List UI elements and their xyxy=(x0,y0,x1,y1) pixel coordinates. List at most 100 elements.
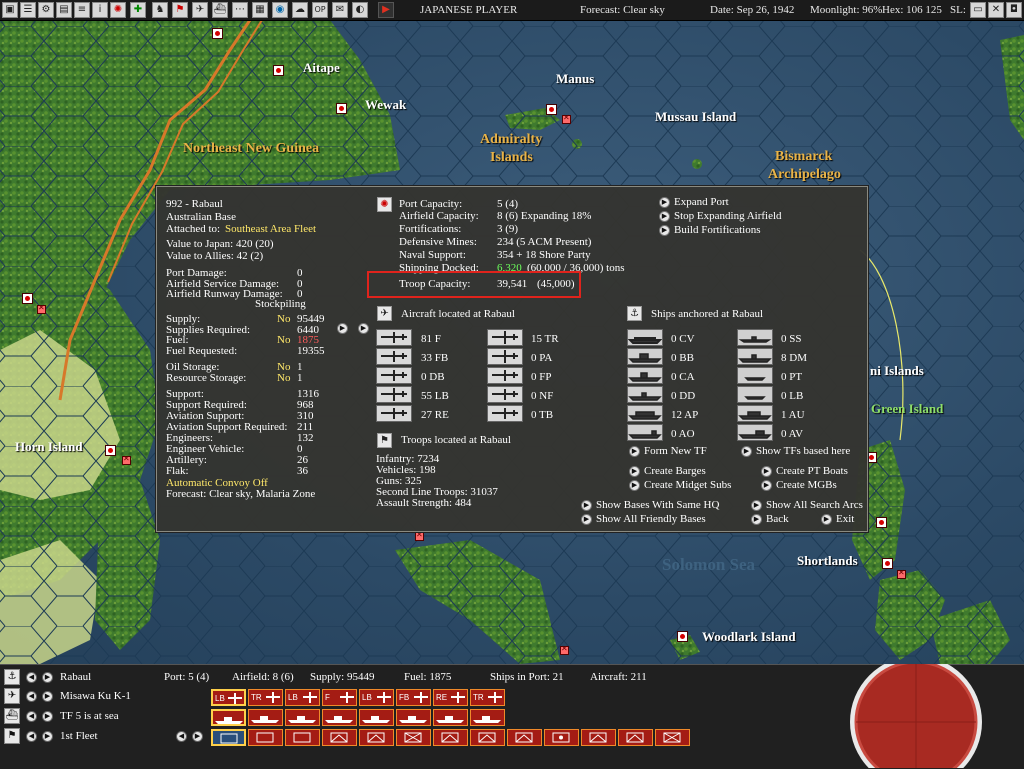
resource-stockpile-toggle[interactable]: No xyxy=(277,372,290,384)
next-air-unit-button[interactable]: ▶ xyxy=(42,691,53,702)
ship-icon[interactable]: ⛴ xyxy=(212,2,228,18)
allied-unit-marker[interactable] xyxy=(122,454,131,465)
window-icon[interactable]: ▭ xyxy=(970,2,986,18)
selected-ground-unit-name[interactable]: 1st Fleet xyxy=(60,730,98,742)
carrier-ship-icon[interactable] xyxy=(627,329,663,346)
close-icon[interactable]: ✕ xyxy=(988,2,1004,18)
barge-icon[interactable] xyxy=(737,386,773,403)
ground-unit-tile[interactable] xyxy=(544,729,579,746)
prev-tf-button[interactable]: ◀ xyxy=(26,711,37,722)
prev-ground-unit-button[interactable]: ◀ xyxy=(26,731,37,742)
stack-icon[interactable]: ☰ xyxy=(20,2,36,18)
create-pt-boats-button[interactable]: ▶ Create PT Boats xyxy=(761,465,848,477)
fullscreen-icon[interactable]: ◘ xyxy=(1006,2,1022,18)
base-marker-aitape[interactable] xyxy=(273,65,284,76)
fighter-bomber-plane-icon[interactable] xyxy=(376,348,412,365)
float-plane-icon[interactable] xyxy=(487,367,523,384)
fighter-plane-icon[interactable] xyxy=(376,329,412,346)
play-icon[interactable]: ▶ xyxy=(378,2,394,18)
next-tf-button[interactable]: ▶ xyxy=(42,711,53,722)
expand-port-button[interactable]: ▶ Expand Port xyxy=(659,196,729,208)
list-icon[interactable]: ≡ xyxy=(74,2,90,18)
level-bomber-plane-icon[interactable] xyxy=(376,386,412,403)
selected-tf-name[interactable]: TF 5 is at sea xyxy=(60,710,119,722)
ground-unit-tile[interactable] xyxy=(359,729,394,746)
base-marker-shortlands[interactable] xyxy=(882,558,893,569)
create-barges-button[interactable]: ▶ Create Barges xyxy=(629,465,706,477)
anchor-icon[interactable]: ⚓ xyxy=(4,669,20,685)
ground-unit-tile[interactable] xyxy=(507,729,542,746)
ground-unit-tile[interactable] xyxy=(396,729,431,746)
ground-unit-tile[interactable] xyxy=(433,729,468,746)
air-unit-tile[interactable]: LB xyxy=(285,689,320,706)
plane-icon[interactable]: ✈ xyxy=(192,2,208,18)
form-new-tf-button[interactable]: ▶ Form New TF xyxy=(629,445,707,457)
ground-unit-tile[interactable] xyxy=(322,729,357,746)
auxiliary-ship-icon[interactable] xyxy=(737,405,773,422)
info-icon[interactable]: i xyxy=(92,2,108,18)
patrol-plane-icon[interactable] xyxy=(487,348,523,365)
night-fighter-plane-icon[interactable] xyxy=(487,386,523,403)
selected-base-name[interactable]: Rabaul xyxy=(60,671,91,683)
ground-unit-tile[interactable] xyxy=(248,729,283,746)
base-marker[interactable] xyxy=(876,517,887,528)
transport-plane-icon[interactable] xyxy=(487,329,523,346)
base-marker-wewak[interactable] xyxy=(336,103,347,114)
create-midget-subs-button[interactable]: ▶ Create Midget Subs xyxy=(629,479,731,491)
selected-air-unit-name[interactable]: Misawa Ku K-1 xyxy=(60,690,131,702)
dive-bomber-plane-icon[interactable] xyxy=(376,367,412,384)
grid-icon[interactable]: ▦ xyxy=(252,2,268,18)
next-ground-unit-button[interactable]: ▶ xyxy=(42,731,53,742)
tracks-icon[interactable]: ⋯ xyxy=(232,2,248,18)
next-base-button[interactable]: ▶ xyxy=(42,672,53,683)
air-unit-tile[interactable]: F xyxy=(322,689,357,706)
submarine-icon[interactable] xyxy=(737,329,773,346)
torpedo-bomber-plane-icon[interactable] xyxy=(487,405,523,422)
base-marker-horn-island[interactable] xyxy=(105,445,116,456)
transfer-arrow-button[interactable]: ▶ xyxy=(337,323,348,334)
ground-unit-tile[interactable] xyxy=(655,729,690,746)
op-icon[interactable]: OP xyxy=(312,2,328,18)
tf-ship-tile[interactable] xyxy=(359,709,394,726)
tf-ship-tile[interactable] xyxy=(396,709,431,726)
tf-ship-tile[interactable] xyxy=(211,709,246,726)
tf-ship-tile[interactable] xyxy=(248,709,283,726)
report-icon[interactable]: ▤ xyxy=(56,2,72,18)
flag-icon[interactable]: ⚑ xyxy=(172,2,188,18)
settings-icon[interactable]: ⚙ xyxy=(38,2,54,18)
ground-unit-tile[interactable] xyxy=(618,729,653,746)
prev-air-unit-button[interactable]: ◀ xyxy=(26,691,37,702)
create-mgbs-button[interactable]: ▶ Create MGBs xyxy=(761,479,837,491)
transfer-arrow-button[interactable]: ▶ xyxy=(358,323,369,334)
tf-ship-tile[interactable] xyxy=(322,709,357,726)
exit-button[interactable]: ▶ Exit xyxy=(821,513,854,525)
mail-icon[interactable]: ✉ xyxy=(332,2,348,18)
save-icon[interactable]: ▣ xyxy=(2,2,18,18)
transport-ship-icon[interactable] xyxy=(627,405,663,422)
ground-unit-tile[interactable] xyxy=(470,729,505,746)
turn-end-dial[interactable] xyxy=(846,664,996,768)
ship-icon[interactable]: ⛴ xyxy=(4,708,20,724)
air-unit-tile[interactable]: TR xyxy=(470,689,505,706)
base-marker-manus[interactable] xyxy=(546,104,557,115)
recon-plane-icon[interactable] xyxy=(376,405,412,422)
ground-unit-tile[interactable] xyxy=(285,729,320,746)
air-unit-tile[interactable]: RE xyxy=(433,689,468,706)
air-unit-tile[interactable]: LB xyxy=(211,689,246,706)
troops-icon[interactable]: ♞ xyxy=(152,2,168,18)
tf-ship-tile[interactable] xyxy=(470,709,505,726)
prev-base-button[interactable]: ◀ xyxy=(26,672,37,683)
target-icon[interactable]: ✚ xyxy=(130,2,146,18)
build-fortifications-button[interactable]: ▶ Build Fortifications xyxy=(659,224,760,236)
ground-unit-tile[interactable] xyxy=(581,729,616,746)
plane-icon[interactable]: ✈ xyxy=(4,688,20,704)
show-tfs-button[interactable]: ▶ Show TFs based here xyxy=(741,445,850,457)
fuel-stockpile-toggle[interactable]: No xyxy=(277,334,290,346)
intel-icon[interactable]: ◐ xyxy=(352,2,368,18)
next-unit-page-button[interactable]: ▶ xyxy=(192,731,203,742)
air-unit-tile[interactable]: LB xyxy=(359,689,394,706)
flag-icon[interactable]: ⚑ xyxy=(4,728,20,744)
tf-ship-tile[interactable] xyxy=(285,709,320,726)
show-all-friendly-bases-button[interactable]: ▶ Show All Friendly Bases xyxy=(581,513,706,525)
show-bases-same-hq-button[interactable]: ▶ Show Bases With Same HQ xyxy=(581,499,719,511)
